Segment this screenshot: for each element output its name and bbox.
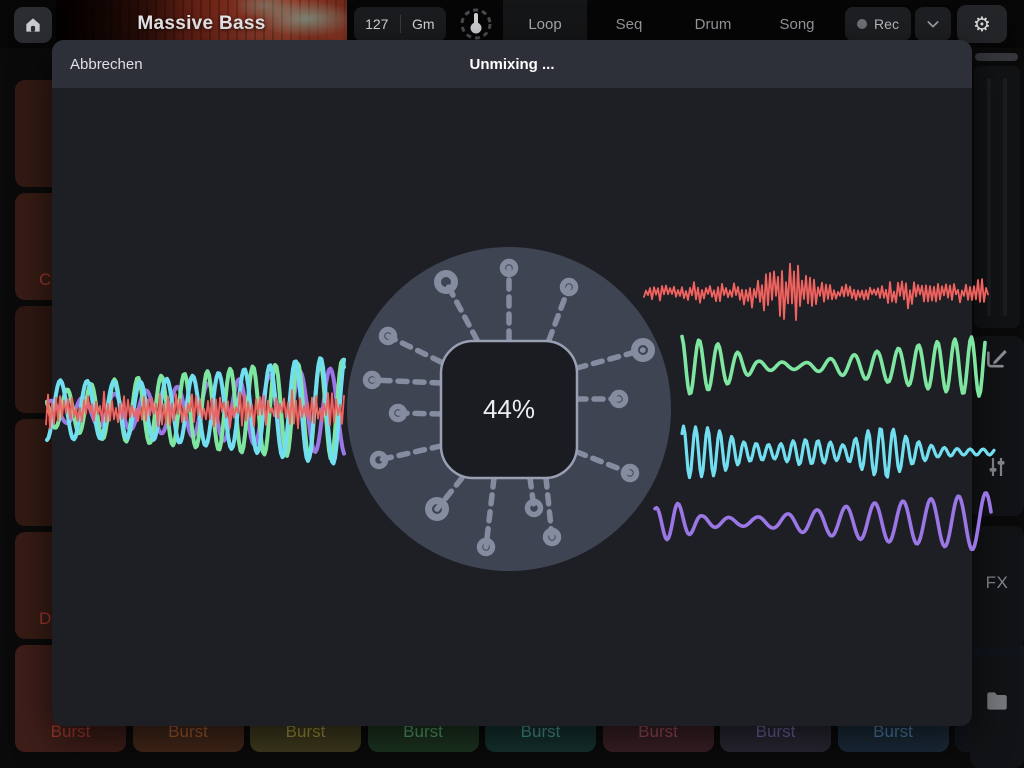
record-dot-icon <box>857 19 867 29</box>
fader-track[interactable] <box>987 78 991 316</box>
edit-button[interactable] <box>970 330 1024 384</box>
modal-header: Abbrechen Unmixing ... <box>52 40 972 88</box>
edit-icon <box>984 344 1010 370</box>
tab-label: Loop <box>528 16 561 33</box>
tab-label: Song <box>779 16 814 33</box>
record-label: Rec <box>874 16 899 32</box>
right-rail: FX <box>970 48 1024 768</box>
gear-icon: ⚙ <box>973 12 991 37</box>
mixer-button[interactable] <box>970 440 1024 494</box>
tab-label: Seq <box>616 16 643 33</box>
app-screen: CDisBurstBurstBurstBurstBurstBurstBurstB… <box>0 0 1024 768</box>
project-title: Massive Bass <box>137 13 265 35</box>
tempo-value: 127 <box>354 16 400 32</box>
fader-panel[interactable] <box>974 66 1020 328</box>
cancel-button[interactable]: Abbrechen <box>70 56 143 73</box>
home-icon <box>23 15 43 35</box>
folder-icon <box>984 688 1010 714</box>
chevron-down-icon <box>925 16 941 32</box>
browser-button[interactable] <box>970 674 1024 728</box>
fader-track[interactable] <box>1003 78 1007 316</box>
metronome-button[interactable] <box>454 3 498 45</box>
tab-label: Drum <box>695 16 732 33</box>
record-button[interactable]: Rec <box>845 7 911 41</box>
settings-button[interactable]: ⚙ <box>957 5 1007 43</box>
home-button[interactable] <box>14 7 52 43</box>
key-value: Gm <box>401 16 447 32</box>
fx-label: FX <box>986 573 1009 593</box>
modal-title: Unmixing ... <box>52 56 972 73</box>
record-options-button[interactable] <box>915 7 951 41</box>
sliders-icon <box>985 455 1009 479</box>
unmixing-modal: Abbrechen Unmixing ... <box>52 40 972 726</box>
tempo-key-display[interactable]: 127 Gm <box>354 7 446 41</box>
metronome-icon <box>457 5 495 43</box>
fx-button[interactable]: FX <box>970 556 1024 610</box>
